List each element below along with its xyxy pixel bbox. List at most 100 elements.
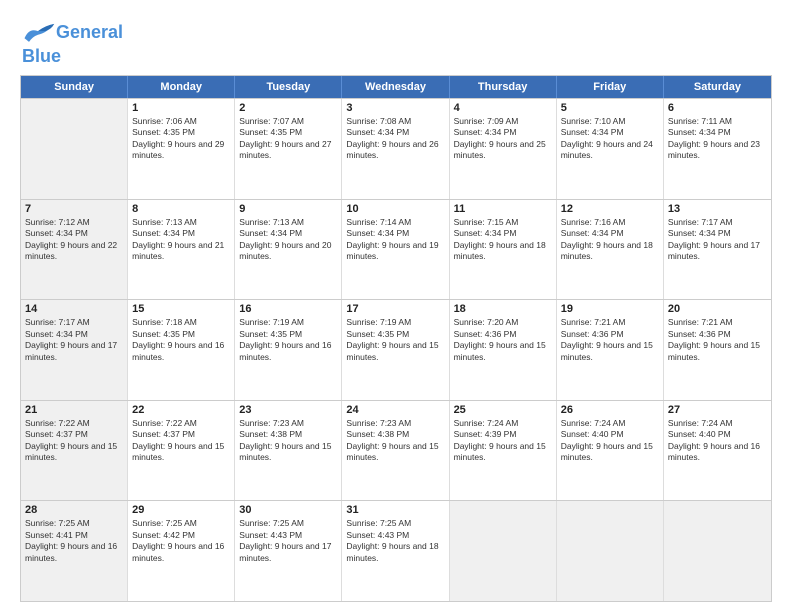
- calendar-cell-empty: [557, 501, 664, 601]
- calendar-cell-day-12: 12 Sunrise: 7:16 AM Sunset: 4:34 PM Dayli…: [557, 200, 664, 300]
- calendar-cell-day-22: 22Sunrise: 7:22 AM Sunset: 4:37 PM Dayli…: [128, 401, 235, 501]
- calendar-cell-day-31: 31 Sunrise: 7:25 AM Sunset: 4:43 PM Dayli…: [342, 501, 449, 601]
- calendar-row-0: 1 Sunrise: 7:06 AM Sunset: 4:35 PM Daylig…: [21, 98, 771, 199]
- cell-info: Sunrise: 7:07 AM Sunset: 4:35 PM Dayligh…: [239, 116, 337, 162]
- day-number: 6: [668, 102, 767, 114]
- calendar-cell-day-15: 15 Sunrise: 7:18 AM Sunset: 4:35 PM Dayli…: [128, 300, 235, 400]
- day-number: 27: [668, 404, 767, 416]
- calendar-cell-day-19: 19 Sunrise: 7:21 AM Sunset: 4:36 PM Dayli…: [557, 300, 664, 400]
- cell-info: Sunrise: 7:21 AM Sunset: 4:36 PM Dayligh…: [668, 317, 767, 363]
- day-number: 4: [454, 102, 552, 114]
- calendar-cell-day-11: 11Sunrise: 7:15 AM Sunset: 4:34 PM Dayli…: [450, 200, 557, 300]
- logo-blue-text: Blue: [22, 46, 61, 67]
- calendar-row-3: 21 Sunrise: 7:22 AM Sunset: 4:37 PM Dayli…: [21, 400, 771, 501]
- day-number: 1: [132, 102, 230, 114]
- day-number: 15: [132, 303, 230, 315]
- cell-info: Sunrise: 7:16 AM Sunset: 4:34 PM Dayligh…: [561, 217, 659, 263]
- day-number: 21: [25, 404, 123, 416]
- day-number: 25: [454, 404, 552, 416]
- calendar-cell-day-27: 27 Sunrise: 7:24 AM Sunset: 4:40 PM Dayli…: [664, 401, 771, 501]
- calendar-cell-day-1: 1 Sunrise: 7:06 AM Sunset: 4:35 PM Daylig…: [128, 99, 235, 199]
- calendar-row-2: 14Sunrise: 7:17 AM Sunset: 4:34 PM Dayli…: [21, 299, 771, 400]
- day-number: 30: [239, 504, 337, 516]
- calendar-cell-day-4: 4 Sunrise: 7:09 AM Sunset: 4:34 PM Daylig…: [450, 99, 557, 199]
- cell-info: Sunrise: 7:11 AM Sunset: 4:34 PM Dayligh…: [668, 116, 767, 162]
- cell-info: Sunrise: 7:19 AM Sunset: 4:35 PM Dayligh…: [239, 317, 337, 363]
- cell-info: Sunrise: 7:18 AM Sunset: 4:35 PM Dayligh…: [132, 317, 230, 363]
- day-number: 23: [239, 404, 337, 416]
- day-number: 3: [346, 102, 444, 114]
- calendar-cell-day-21: 21 Sunrise: 7:22 AM Sunset: 4:37 PM Dayli…: [21, 401, 128, 501]
- calendar-cell-day-25: 25 Sunrise: 7:24 AM Sunset: 4:39 PM Dayli…: [450, 401, 557, 501]
- day-number: 9: [239, 203, 337, 215]
- cell-info: Sunrise: 7:17 AM Sunset: 4:34 PM Dayligh…: [25, 317, 123, 363]
- header: General Blue: [20, 18, 772, 67]
- day-number: 13: [668, 203, 767, 215]
- calendar-cell-day-6: 6 Sunrise: 7:11 AM Sunset: 4:34 PM Daylig…: [664, 99, 771, 199]
- cell-info: Sunrise: 7:23 AM Sunset: 4:38 PM Dayligh…: [239, 418, 337, 464]
- calendar-cell-day-2: 2 Sunrise: 7:07 AM Sunset: 4:35 PM Daylig…: [235, 99, 342, 199]
- day-number: 7: [25, 203, 123, 215]
- cell-info: Sunrise: 7:25 AM Sunset: 4:42 PM Dayligh…: [132, 518, 230, 564]
- weekday-header-saturday: Saturday: [664, 76, 771, 98]
- calendar-header: SundayMondayTuesdayWednesdayThursdayFrid…: [21, 76, 771, 98]
- calendar-cell-day-10: 10Sunrise: 7:14 AM Sunset: 4:34 PM Dayli…: [342, 200, 449, 300]
- calendar-body: 1 Sunrise: 7:06 AM Sunset: 4:35 PM Daylig…: [21, 98, 771, 601]
- day-number: 8: [132, 203, 230, 215]
- day-number: 19: [561, 303, 659, 315]
- calendar-cell-day-24: 24 Sunrise: 7:23 AM Sunset: 4:38 PM Dayli…: [342, 401, 449, 501]
- cell-info: Sunrise: 7:19 AM Sunset: 4:35 PM Dayligh…: [346, 317, 444, 363]
- cell-info: Sunrise: 7:22 AM Sunset: 4:37 PM Dayligh…: [25, 418, 123, 464]
- calendar-cell-empty: [450, 501, 557, 601]
- calendar-cell-day-9: 9 Sunrise: 7:13 AM Sunset: 4:34 PM Daylig…: [235, 200, 342, 300]
- day-number: 11: [454, 203, 552, 215]
- cell-info: Sunrise: 7:22 AM Sunset: 4:37 PM Dayligh…: [132, 418, 230, 464]
- calendar-cell-day-13: 13 Sunrise: 7:17 AM Sunset: 4:34 PM Dayli…: [664, 200, 771, 300]
- cell-info: Sunrise: 7:13 AM Sunset: 4:34 PM Dayligh…: [132, 217, 230, 263]
- day-number: 18: [454, 303, 552, 315]
- day-number: 2: [239, 102, 337, 114]
- calendar-cell-day-8: 8 Sunrise: 7:13 AM Sunset: 4:34 PM Daylig…: [128, 200, 235, 300]
- cell-info: Sunrise: 7:20 AM Sunset: 4:36 PM Dayligh…: [454, 317, 552, 363]
- cell-info: Sunrise: 7:13 AM Sunset: 4:34 PM Dayligh…: [239, 217, 337, 263]
- calendar-cell-day-3: 3 Sunrise: 7:08 AM Sunset: 4:34 PM Daylig…: [342, 99, 449, 199]
- day-number: 29: [132, 504, 230, 516]
- cell-info: Sunrise: 7:25 AM Sunset: 4:43 PM Dayligh…: [239, 518, 337, 564]
- day-number: 10: [346, 203, 444, 215]
- day-number: 28: [25, 504, 123, 516]
- cell-info: Sunrise: 7:24 AM Sunset: 4:39 PM Dayligh…: [454, 418, 552, 464]
- day-number: 12: [561, 203, 659, 215]
- cell-info: Sunrise: 7:06 AM Sunset: 4:35 PM Dayligh…: [132, 116, 230, 162]
- calendar-row-4: 28 Sunrise: 7:25 AM Sunset: 4:41 PM Dayli…: [21, 500, 771, 601]
- weekday-header-wednesday: Wednesday: [342, 76, 449, 98]
- calendar-cell-day-20: 20Sunrise: 7:21 AM Sunset: 4:36 PM Dayli…: [664, 300, 771, 400]
- logo-general-text: General: [56, 22, 123, 43]
- cell-info: Sunrise: 7:23 AM Sunset: 4:38 PM Dayligh…: [346, 418, 444, 464]
- cell-info: Sunrise: 7:10 AM Sunset: 4:34 PM Dayligh…: [561, 116, 659, 162]
- day-number: 16: [239, 303, 337, 315]
- calendar-cell-day-30: 30 Sunrise: 7:25 AM Sunset: 4:43 PM Dayli…: [235, 501, 342, 601]
- day-number: 24: [346, 404, 444, 416]
- weekday-header-sunday: Sunday: [21, 76, 128, 98]
- cell-info: Sunrise: 7:08 AM Sunset: 4:34 PM Dayligh…: [346, 116, 444, 162]
- calendar-cell-day-5: 5Sunrise: 7:10 AM Sunset: 4:34 PM Daylig…: [557, 99, 664, 199]
- cell-info: Sunrise: 7:09 AM Sunset: 4:34 PM Dayligh…: [454, 116, 552, 162]
- calendar-cell-day-28: 28 Sunrise: 7:25 AM Sunset: 4:41 PM Dayli…: [21, 501, 128, 601]
- calendar: SundayMondayTuesdayWednesdayThursdayFrid…: [20, 75, 772, 602]
- calendar-cell-day-18: 18 Sunrise: 7:20 AM Sunset: 4:36 PM Dayli…: [450, 300, 557, 400]
- weekday-header-monday: Monday: [128, 76, 235, 98]
- calendar-cell-empty: [664, 501, 771, 601]
- cell-info: Sunrise: 7:25 AM Sunset: 4:43 PM Dayligh…: [346, 518, 444, 564]
- cell-info: Sunrise: 7:12 AM Sunset: 4:34 PM Dayligh…: [25, 217, 123, 263]
- logo-bird-icon: [20, 18, 56, 46]
- cell-info: Sunrise: 7:24 AM Sunset: 4:40 PM Dayligh…: [668, 418, 767, 464]
- cell-info: Sunrise: 7:21 AM Sunset: 4:36 PM Dayligh…: [561, 317, 659, 363]
- day-number: 31: [346, 504, 444, 516]
- calendar-cell-day-14: 14Sunrise: 7:17 AM Sunset: 4:34 PM Dayli…: [21, 300, 128, 400]
- cell-info: Sunrise: 7:25 AM Sunset: 4:41 PM Dayligh…: [25, 518, 123, 564]
- calendar-cell-day-16: 16 Sunrise: 7:19 AM Sunset: 4:35 PM Dayli…: [235, 300, 342, 400]
- calendar-cell-day-29: 29 Sunrise: 7:25 AM Sunset: 4:42 PM Dayli…: [128, 501, 235, 601]
- cell-info: Sunrise: 7:17 AM Sunset: 4:34 PM Dayligh…: [668, 217, 767, 263]
- cell-info: Sunrise: 7:24 AM Sunset: 4:40 PM Dayligh…: [561, 418, 659, 464]
- weekday-header-thursday: Thursday: [450, 76, 557, 98]
